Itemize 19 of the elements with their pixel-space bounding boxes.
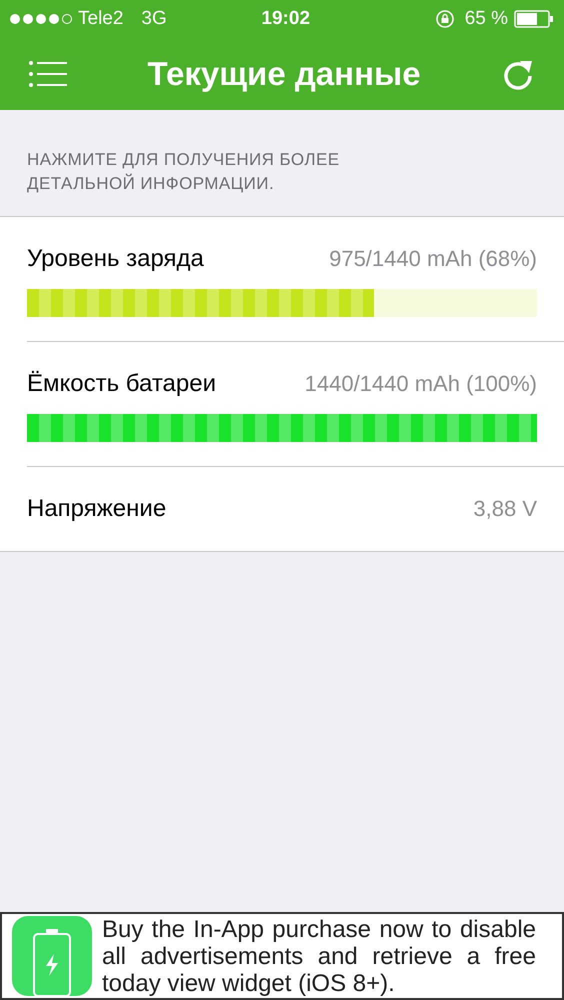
row-value: 3,88 V xyxy=(473,495,537,523)
ad-banner[interactable]: Buy the In-App purchase now to disable all advertisements and retrieve a free today view widget (iOS 8+). xyxy=(0,912,564,1000)
row-value: 1440/1440 mAh (100%) xyxy=(304,370,537,398)
row-value: 975/1440 mAh (68%) xyxy=(329,245,537,273)
ad-text: Buy the In-App purchase now to disable all advertisements and retrieve a free today view widget (iOS 8+). xyxy=(102,916,537,996)
row-label: Напряжение xyxy=(27,494,166,524)
section-header: НАЖМИТЕ ДЛЯ ПОЛУЧЕНИЯ БОЛЕЕ ДЕТАЛЬНОЙ ИНФОРМАЦИИ. xyxy=(27,149,340,195)
screen-title: Текущие данные xyxy=(147,54,421,94)
row-label: Уровень заряда xyxy=(27,244,204,274)
network-label: 3G xyxy=(141,6,167,31)
rotation-lock-icon xyxy=(434,9,455,29)
signal-icon xyxy=(10,14,72,24)
menu-button[interactable] xyxy=(28,59,68,89)
carrier-label: Tele2 xyxy=(78,6,124,31)
clock: 19:02 xyxy=(261,6,310,31)
app-icon xyxy=(12,916,92,996)
battery-percent: 65 % xyxy=(464,6,508,31)
battery-icon xyxy=(514,10,554,28)
row-label: Ёмкость батареи xyxy=(27,369,216,399)
